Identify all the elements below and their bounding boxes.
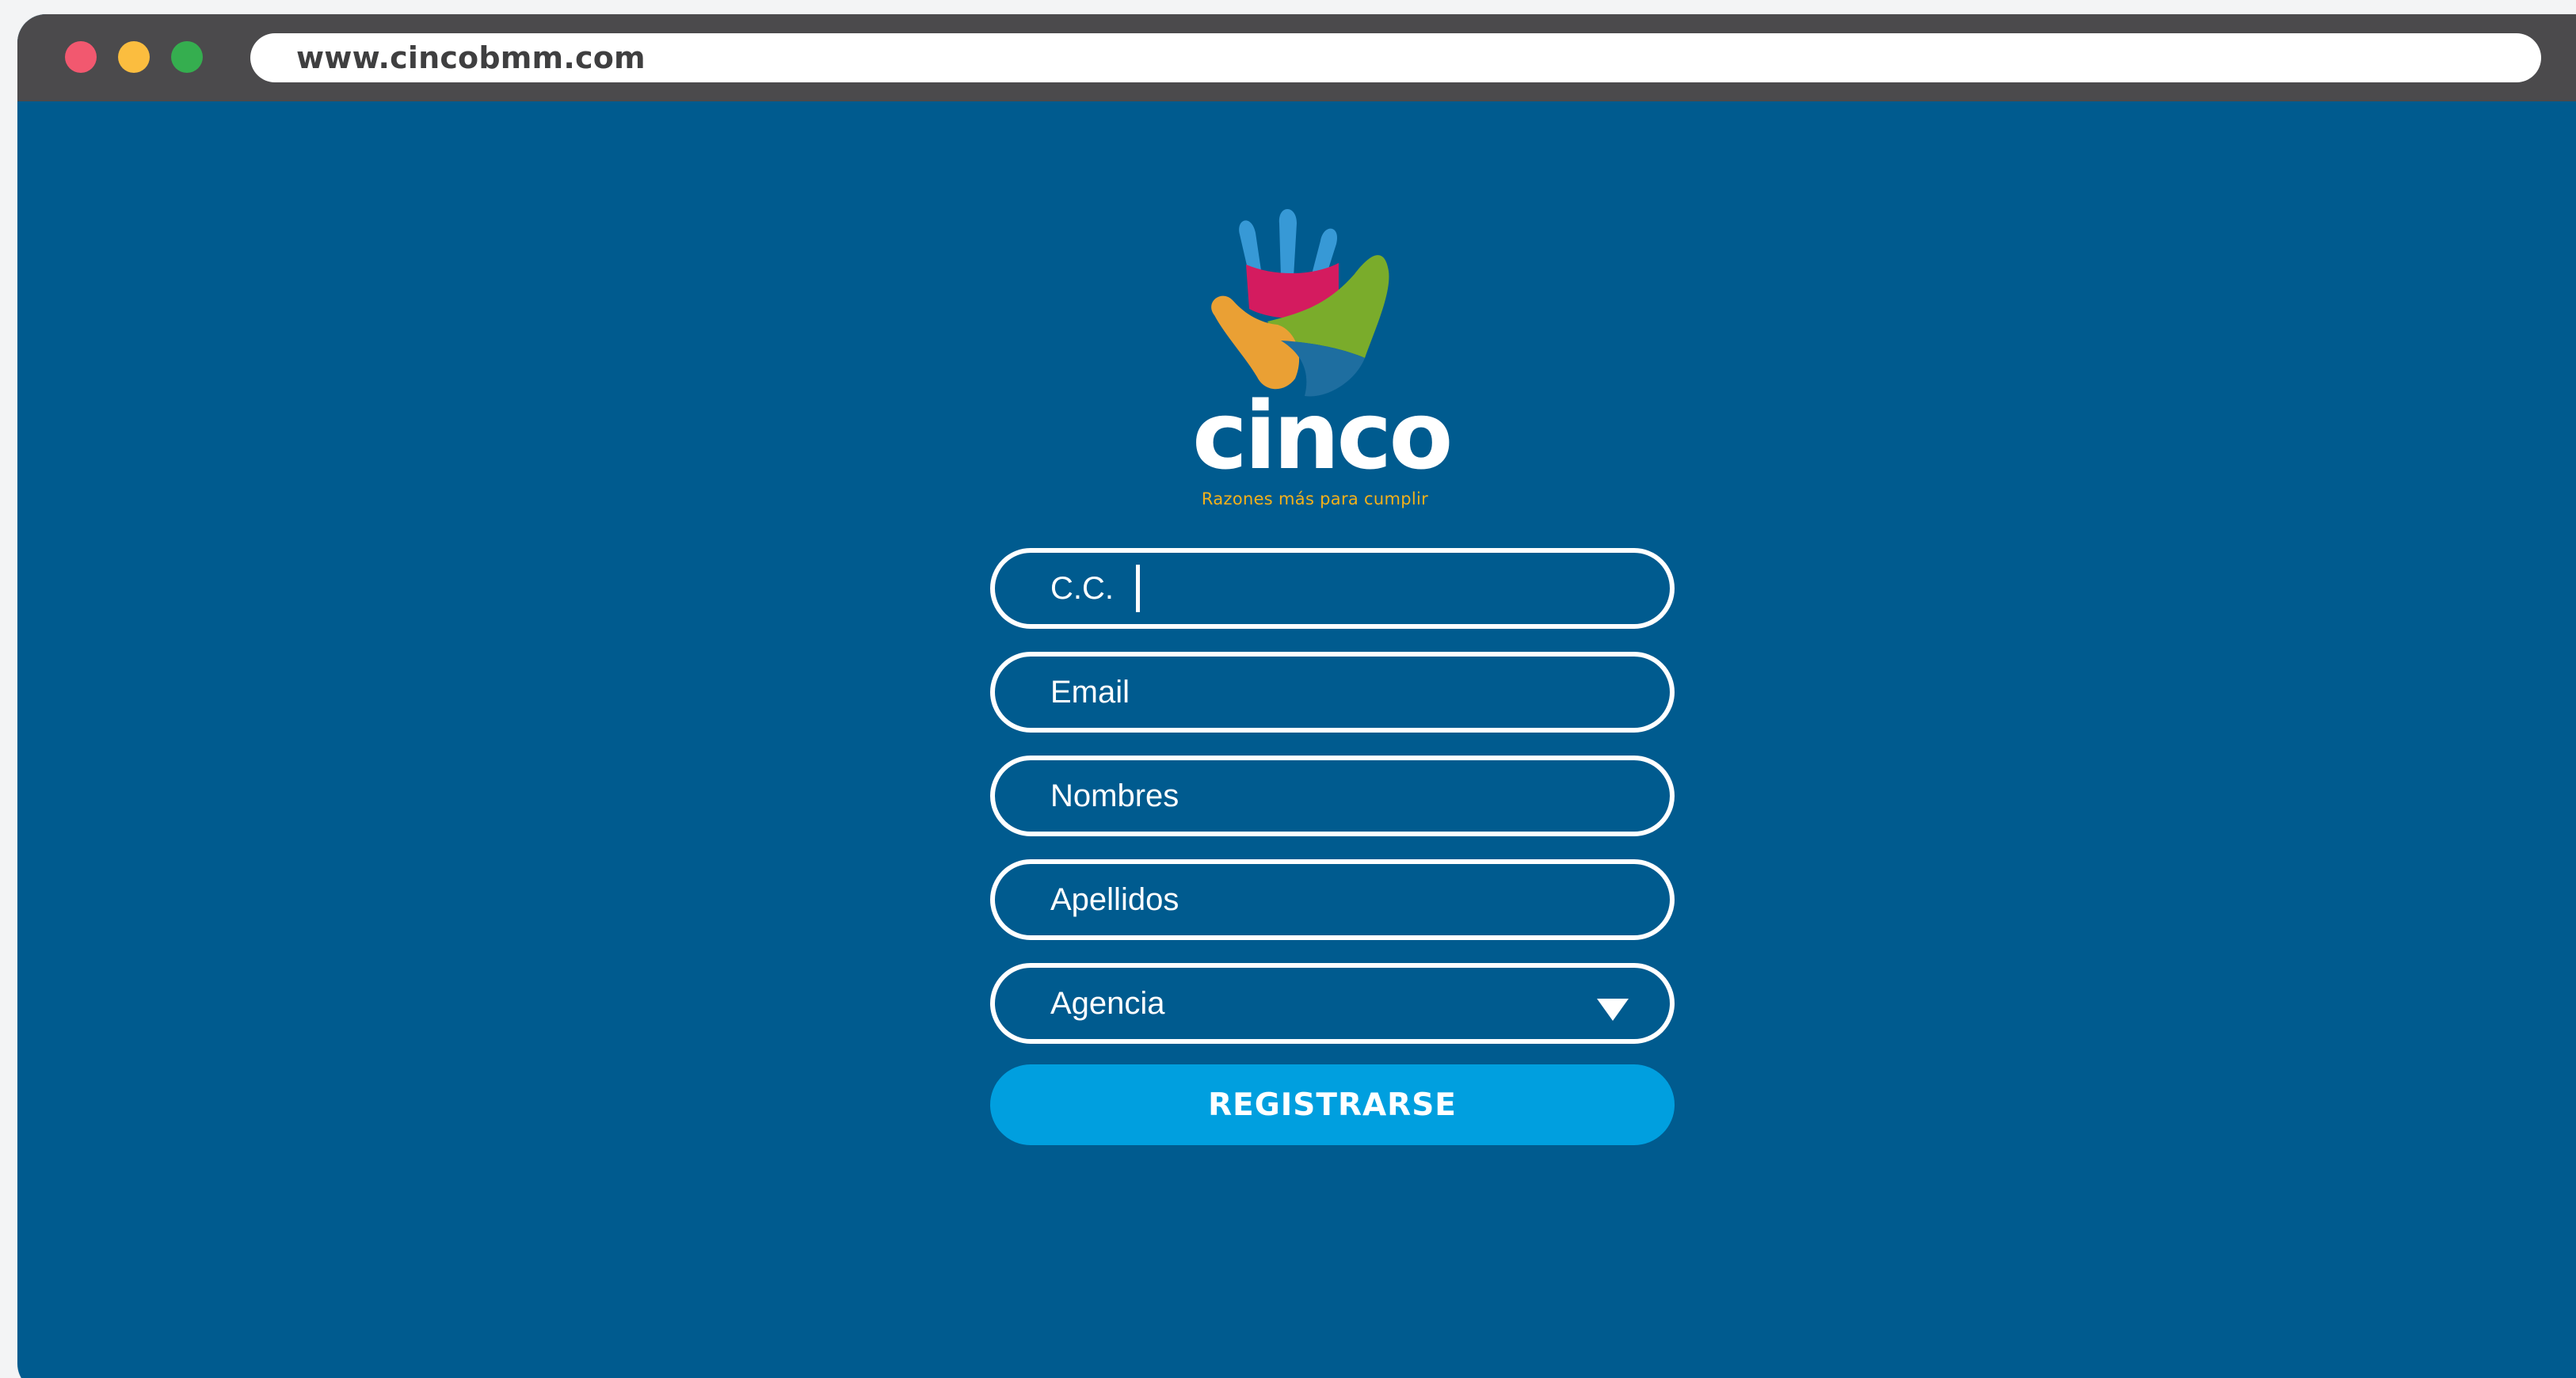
register-button[interactable]: REGISTRARSE [990, 1064, 1675, 1145]
agencia-select[interactable]: Agencia [990, 963, 1675, 1044]
brand-wordmark: cinco [1192, 381, 1453, 490]
register-button-label: REGISTRARSE [1208, 1087, 1457, 1123]
apellidos-input[interactable]: Apellidos [990, 859, 1675, 940]
agencia-select-label: Agencia [1050, 985, 1165, 1021]
apellidos-input-label: Apellidos [1050, 881, 1179, 917]
email-input[interactable]: Email [990, 652, 1675, 733]
text-cursor [1136, 565, 1140, 612]
close-window-button[interactable] [65, 41, 97, 73]
nombres-input-label: Nombres [1050, 778, 1179, 813]
browser-window: www.cincobmm.com cinco Razones más para … [17, 14, 2576, 1378]
hand-logo-icon [1211, 209, 1389, 397]
email-input-label: Email [1050, 674, 1130, 710]
url-text: www.cincobmm.com [296, 40, 646, 75]
cc-input-label: C.C. [1050, 570, 1114, 606]
chevron-down-icon[interactable] [1597, 999, 1629, 1021]
nombres-input[interactable]: Nombres [990, 756, 1675, 836]
cc-input[interactable]: C.C. [990, 548, 1675, 629]
minimize-window-button[interactable] [118, 41, 150, 73]
maximize-window-button[interactable] [171, 41, 203, 73]
brand-tagline: Razones más para cumplir [1201, 489, 1429, 508]
browser-titlebar: www.cincobmm.com [17, 14, 2576, 101]
brand-logo: cinco Razones más para cumplir [1192, 195, 1453, 512]
screen: www.cincobmm.com cinco Razones más para … [0, 0, 2576, 1378]
address-bar[interactable]: www.cincobmm.com [250, 33, 2541, 82]
